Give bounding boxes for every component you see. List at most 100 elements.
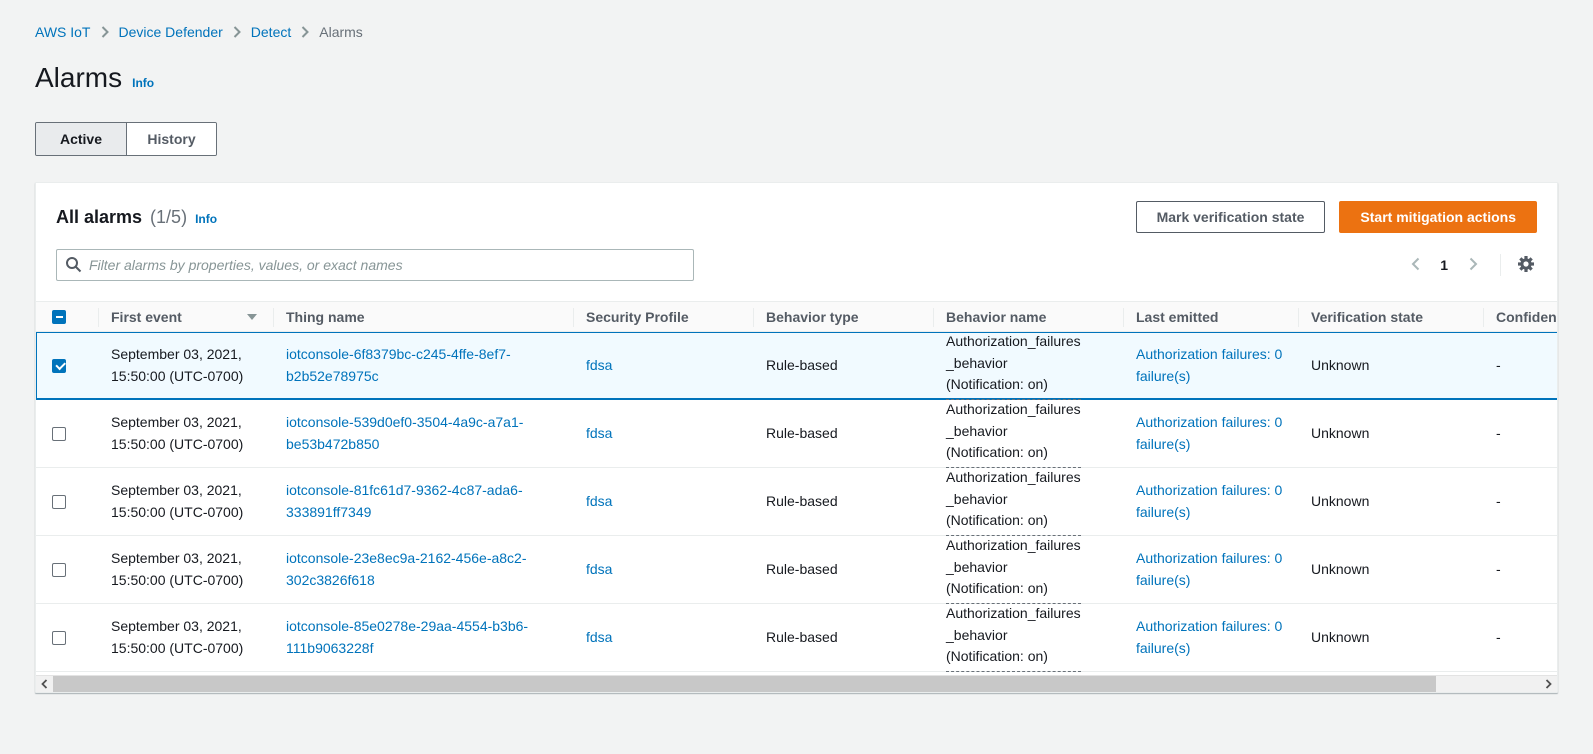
tab-history[interactable]: History [126, 123, 216, 155]
scrollbar-track[interactable] [53, 676, 1540, 692]
divider [1500, 254, 1501, 276]
filter-container [56, 249, 694, 281]
alarms-view-tabs: Active History [35, 122, 217, 156]
start-mitigation-actions-button[interactable]: Start mitigation actions [1339, 201, 1537, 233]
first-event-value: September 03, 2021, 15:50:00 (UTC-0700) [111, 548, 260, 591]
first-event-value: September 03, 2021, 15:50:00 (UTC-0700) [111, 412, 260, 455]
table-row: September 03, 2021, 15:50:00 (UTC-0700) … [36, 536, 1557, 604]
panel-header: All alarms (1/5) Info Mark verification … [36, 183, 1557, 301]
thing-name-link[interactable]: iotconsole-85e0278e-29aa-4554-b3b6-111b9… [286, 616, 560, 659]
scrollbar-thumb[interactable] [53, 676, 1436, 692]
breadcrumb-aws-iot[interactable]: AWS IoT [35, 24, 91, 40]
scroll-left-button[interactable] [36, 676, 53, 692]
column-header-label: Security Profile [586, 309, 689, 325]
behavior-type-value: Rule-based [766, 423, 838, 445]
behavior-name-value: Authorization_failures _behavior [946, 605, 1081, 643]
search-icon [65, 256, 82, 276]
breadcrumb-current-alarms: Alarms [319, 24, 363, 40]
row-checkbox[interactable] [52, 427, 66, 441]
row-checkbox[interactable] [52, 495, 66, 509]
row-checkbox[interactable] [52, 563, 66, 577]
security-profile-link[interactable]: fdsa [586, 355, 612, 377]
verification-state-value: Unknown [1311, 491, 1369, 513]
last-emitted-link[interactable]: Authorization failures: 0 failure(s) [1136, 412, 1285, 455]
column-header-last-emitted[interactable]: Last emitted [1123, 302, 1298, 331]
panel-info-link[interactable]: Info [195, 212, 217, 226]
chevron-right-icon [301, 26, 309, 38]
scroll-right-button[interactable] [1540, 676, 1557, 692]
last-emitted-link[interactable]: Authorization failures: 0 failure(s) [1136, 616, 1285, 659]
chevron-right-icon [101, 26, 109, 38]
row-checkbox[interactable] [52, 359, 66, 373]
column-header-behavior-name[interactable]: Behavior name [933, 302, 1123, 331]
confidence-value: - [1496, 491, 1501, 513]
thing-name-link[interactable]: iotconsole-539d0ef0-3504-4a9c-a7a1-be53b… [286, 412, 560, 455]
chevron-left-icon [1411, 257, 1420, 274]
breadcrumb-detect[interactable]: Detect [251, 24, 291, 40]
column-header-first-event[interactable]: First event [98, 302, 273, 331]
column-header-verification-state[interactable]: Verification state [1298, 302, 1483, 331]
breadcrumb-device-defender[interactable]: Device Defender [119, 24, 223, 40]
verification-state-value: Unknown [1311, 627, 1369, 649]
column-header-behavior-type[interactable]: Behavior type [753, 302, 933, 331]
behavior-name-tooltip-trigger[interactable]: Authorization_failures _behavior(Notific… [946, 331, 1081, 400]
previous-page-button[interactable] [1402, 252, 1428, 278]
gear-icon [1517, 255, 1535, 276]
notification-status: (Notification: on) [946, 376, 1048, 392]
page: AWS IoT Device Defender Detect Alarms Al… [0, 0, 1593, 693]
alarm-counter: (1/5) [150, 207, 187, 228]
confidence-value: - [1496, 355, 1501, 377]
chevron-right-icon [1545, 676, 1552, 692]
column-header-label: Verification state [1311, 309, 1423, 325]
table-row: September 03, 2021, 15:50:00 (UTC-0700) … [36, 604, 1557, 672]
behavior-type-value: Rule-based [766, 491, 838, 513]
column-header-thing-name[interactable]: Thing name [273, 302, 573, 331]
column-header-label: Last emitted [1136, 309, 1218, 325]
breadcrumb: AWS IoT Device Defender Detect Alarms [35, 24, 1558, 40]
table-scroll-area: First event Thing name Security Profile … [36, 301, 1557, 672]
behavior-name-tooltip-trigger[interactable]: Authorization_failures _behavior(Notific… [946, 399, 1081, 468]
thing-name-link[interactable]: iotconsole-81fc61d7-9362-4c87-ada6-33389… [286, 480, 560, 523]
thing-name-link[interactable]: iotconsole-23e8ec9a-2162-456e-a8c2-302c3… [286, 548, 560, 591]
last-emitted-link[interactable]: Authorization failures: 0 failure(s) [1136, 548, 1285, 591]
behavior-name-tooltip-trigger[interactable]: Authorization_failures _behavior(Notific… [946, 467, 1081, 536]
column-header-security-profile[interactable]: Security Profile [573, 302, 753, 331]
table-row: September 03, 2021, 15:50:00 (UTC-0700) … [36, 400, 1557, 468]
behavior-name-tooltip-trigger[interactable]: Authorization_failures _behavior (Notific… [946, 603, 1081, 672]
chevron-right-icon [233, 26, 241, 38]
security-profile-link[interactable]: fdsa [586, 423, 612, 445]
first-event-value: September 03, 2021, 15:50:00 (UTC-0700) [111, 344, 260, 387]
notification-status: (Notification: on) [946, 444, 1048, 460]
next-page-button[interactable] [1460, 252, 1486, 278]
confidence-value: - [1496, 423, 1501, 445]
horizontal-scrollbar [36, 675, 1557, 692]
panel-title: All alarms [56, 207, 142, 228]
column-header-confidence[interactable]: Confidence [1483, 302, 1557, 331]
first-event-value: September 03, 2021, 15:50:00 (UTC-0700) [111, 616, 260, 659]
behavior-name-value: Authorization_failures _behavior [946, 469, 1081, 507]
last-emitted-link[interactable]: Authorization failures: 0 failure(s) [1136, 344, 1285, 387]
tab-active[interactable]: Active [36, 123, 126, 155]
last-emitted-link[interactable]: Authorization failures: 0 failure(s) [1136, 480, 1285, 523]
sort-descending-icon [247, 314, 257, 320]
mark-verification-state-button[interactable]: Mark verification state [1136, 201, 1326, 233]
select-all-checkbox[interactable] [52, 310, 66, 324]
chevron-left-icon [41, 676, 48, 692]
verification-state-value: Unknown [1311, 559, 1369, 581]
thing-name-link[interactable]: iotconsole-6f8379bc-c245-4ffe-8ef7-b2b52… [286, 344, 560, 387]
security-profile-link[interactable]: fdsa [586, 627, 612, 649]
page-number[interactable]: 1 [1432, 257, 1456, 273]
behavior-name-value: Authorization_failures _behavior [946, 537, 1081, 575]
page-info-link[interactable]: Info [132, 76, 154, 90]
filter-alarms-input[interactable] [56, 249, 694, 281]
row-checkbox[interactable] [52, 631, 66, 645]
behavior-type-value: Rule-based [766, 559, 838, 581]
table-settings-button[interactable] [1515, 253, 1537, 278]
behavior-name-tooltip-trigger[interactable]: Authorization_failures _behavior (Notific… [946, 535, 1081, 604]
all-alarms-panel: All alarms (1/5) Info Mark verification … [35, 182, 1558, 693]
security-profile-link[interactable]: fdsa [586, 491, 612, 513]
notification-status: (Notification: on) [946, 580, 1048, 596]
column-header-label: Behavior name [946, 309, 1046, 325]
notification-status: (Notification: on) [946, 648, 1048, 664]
security-profile-link[interactable]: fdsa [586, 559, 612, 581]
